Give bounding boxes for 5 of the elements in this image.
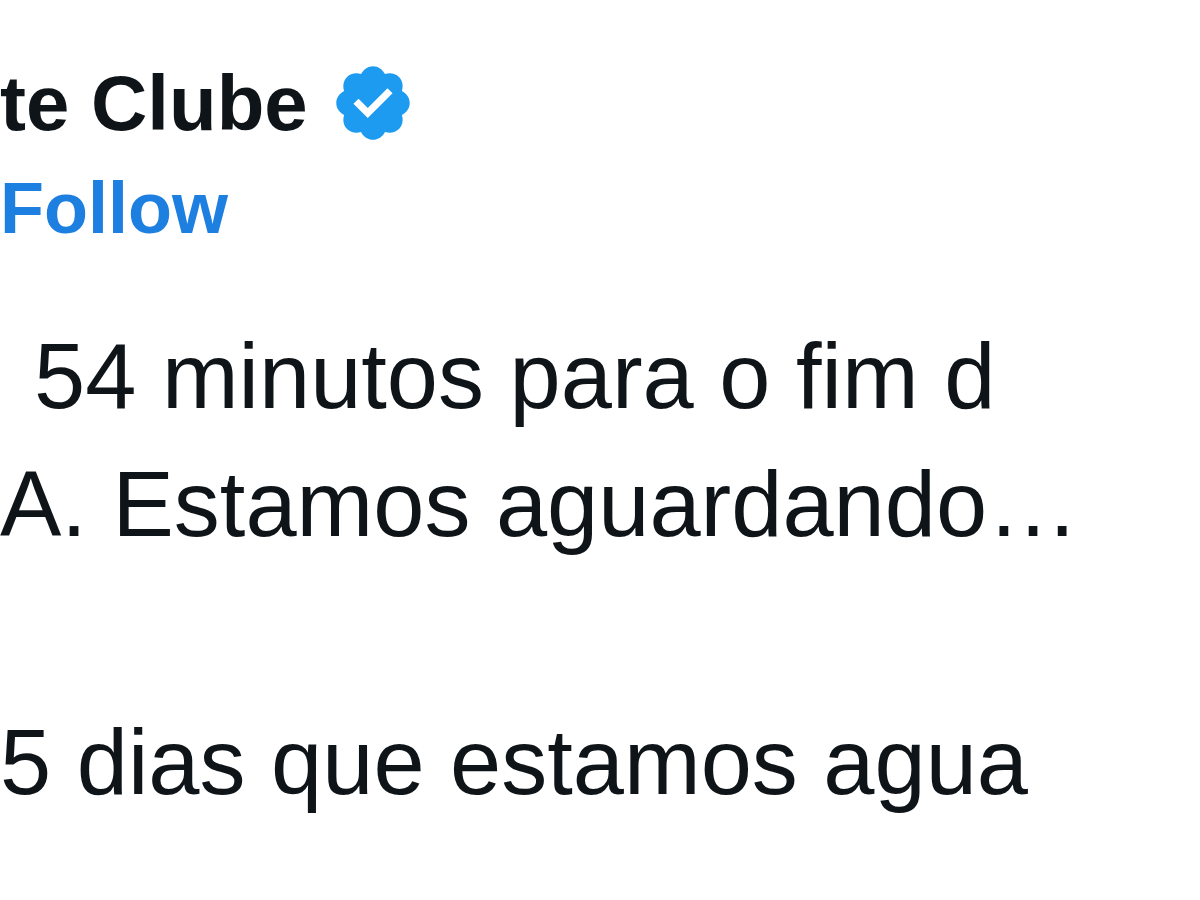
tweet-text: 5 dias que estamos agua — [0, 710, 1029, 815]
tweet-text: 54 minutos para o fim d — [34, 324, 996, 429]
account-name: te Clube — [0, 58, 308, 148]
follow-link[interactable]: Follow — [0, 166, 228, 250]
tweet-text: A. Estamos aguardando… — [0, 452, 1080, 557]
